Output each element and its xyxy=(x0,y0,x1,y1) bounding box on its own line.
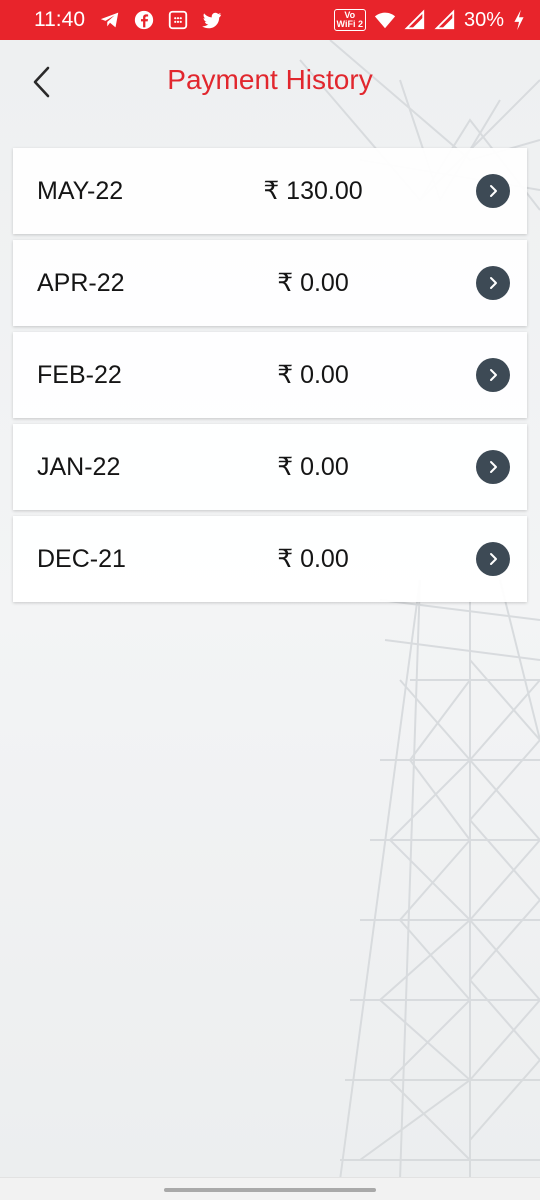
page-title: Payment History xyxy=(167,64,373,95)
charging-icon xyxy=(514,9,524,31)
payment-amount: ₹ 0.00 xyxy=(277,545,349,573)
payment-month: DEC-21 xyxy=(37,545,126,573)
payment-row[interactable]: JAN-22 ₹ 0.00 xyxy=(13,424,527,510)
status-time: 11:40 xyxy=(34,8,85,31)
vowifi-icon: Vo WiFi 2 xyxy=(333,9,366,31)
payment-amount: ₹ 0.00 xyxy=(277,269,349,297)
payment-amount: ₹ 130.00 xyxy=(263,177,363,205)
payment-history-list: MAY-22 ₹ 130.00 APR-22 ₹ 0.00 FEB-22 ₹ 0… xyxy=(13,148,527,608)
chevron-right-icon[interactable] xyxy=(476,358,510,392)
calculator-icon xyxy=(168,10,188,30)
signal-icon xyxy=(404,9,425,30)
signal-icon-2 xyxy=(434,9,455,30)
twitter-icon xyxy=(201,12,222,29)
facebook-icon xyxy=(134,10,154,30)
app-header: Payment History xyxy=(0,40,540,124)
wifi-icon xyxy=(374,12,396,29)
payment-row[interactable]: DEC-21 ₹ 0.00 xyxy=(13,516,527,602)
chevron-right-icon[interactable] xyxy=(476,266,510,300)
status-bar: 11:40 Vo WiFi 2 30% xyxy=(0,0,540,40)
chevron-right-icon[interactable] xyxy=(476,174,510,208)
payment-month: FEB-22 xyxy=(37,361,122,389)
chevron-right-icon[interactable] xyxy=(476,542,510,576)
payment-amount: ₹ 0.00 xyxy=(277,361,349,389)
payment-row[interactable]: APR-22 ₹ 0.00 xyxy=(13,240,527,326)
payment-month: APR-22 xyxy=(37,269,125,297)
home-gesture-handle[interactable] xyxy=(164,1188,376,1192)
navigation-bar xyxy=(0,1177,540,1200)
battery-percent: 30% xyxy=(463,8,504,31)
payment-row[interactable]: MAY-22 ₹ 130.00 xyxy=(13,148,527,234)
payment-row[interactable]: FEB-22 ₹ 0.00 xyxy=(13,332,527,418)
payment-month: JAN-22 xyxy=(37,453,121,481)
payment-amount: ₹ 0.00 xyxy=(277,453,349,481)
telegram-icon xyxy=(100,12,119,28)
chevron-right-icon[interactable] xyxy=(476,450,510,484)
payment-month: MAY-22 xyxy=(37,177,124,205)
